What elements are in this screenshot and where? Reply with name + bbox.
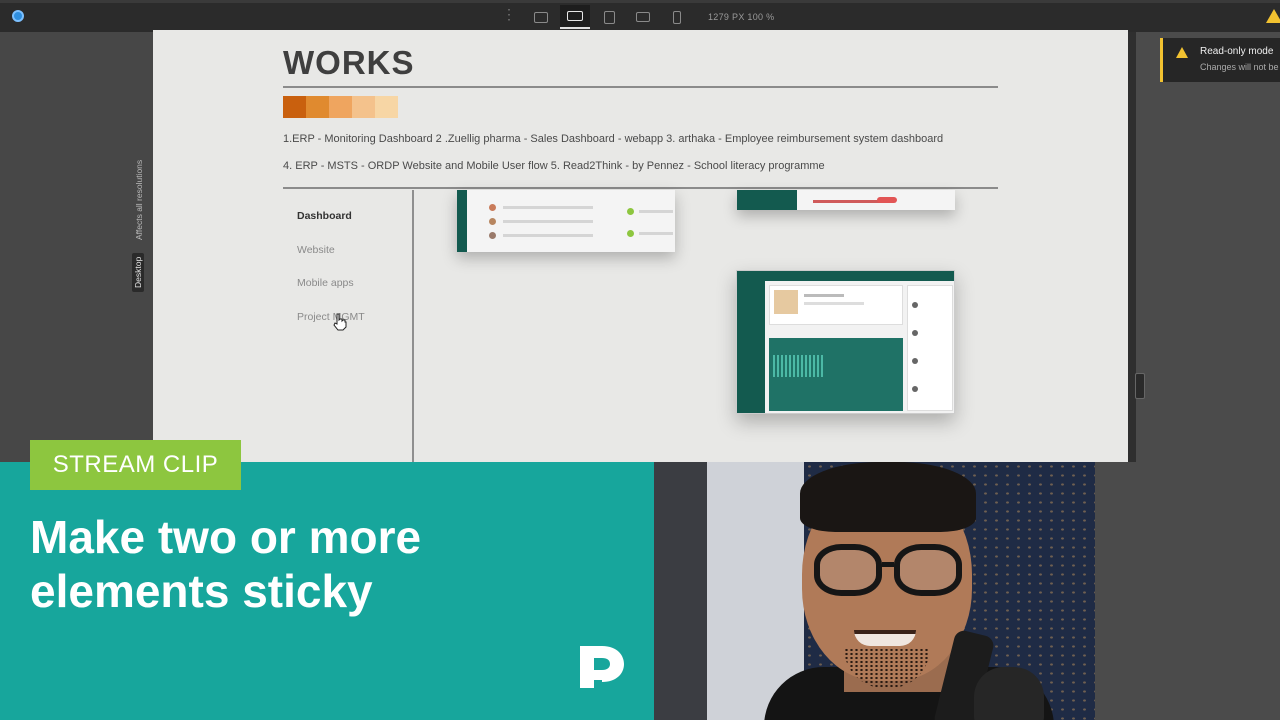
- screen: ⋮ 1279 PX 100 % Affects all resolutions …: [0, 0, 1280, 720]
- page-canvas[interactable]: WORKS 1.ERP - Monitoring Dashboard 2 .Zu…: [153, 30, 1128, 462]
- top-toolbar: ⋮ 1279 PX 100 %: [0, 0, 1280, 32]
- color-swatches[interactable]: [283, 96, 398, 118]
- resize-handle[interactable]: [1135, 373, 1145, 399]
- app-logo-icon[interactable]: [12, 10, 24, 22]
- headline-line: Make two or more: [30, 511, 422, 563]
- swatch: [352, 96, 375, 118]
- works-list-line-1[interactable]: 1.ERP - Monitoring Dashboard 2 .Zuellig …: [283, 133, 943, 145]
- left-gutter: [0, 32, 153, 462]
- clip-headline: Make two or more elements sticky: [30, 510, 421, 618]
- more-options-icon[interactable]: ⋮: [502, 7, 516, 21]
- webcam-feed: [654, 462, 1095, 720]
- affects-all-resolutions-label: Affects all resolutions: [134, 159, 144, 240]
- nav-divider: [412, 190, 414, 462]
- hand-cursor-icon: [333, 313, 347, 331]
- mobile-icon[interactable]: [662, 5, 692, 29]
- works-heading[interactable]: WORKS: [283, 44, 415, 82]
- desktop-icon[interactable]: [526, 5, 556, 29]
- tablet-landscape-icon[interactable]: [594, 5, 624, 29]
- nav-item-project-mgmt[interactable]: Project MGMT: [297, 311, 365, 345]
- swatch: [329, 96, 352, 118]
- editor-background: [1095, 462, 1280, 720]
- brand-logo-icon: [580, 646, 624, 688]
- canvas-size-readout: 1279 PX 100 %: [708, 12, 775, 22]
- breakpoint-label[interactable]: Desktop: [132, 252, 144, 292]
- laptop-icon[interactable]: [560, 5, 590, 29]
- works-divider: [283, 187, 998, 189]
- works-list-line-2[interactable]: 4. ERP - MSTS - ORDP Website and Mobile …: [283, 160, 825, 172]
- swatch: [283, 96, 306, 118]
- warning-icon[interactable]: [1266, 9, 1280, 23]
- swatch: [375, 96, 398, 118]
- swatch: [306, 96, 329, 118]
- tablet-icon[interactable]: [628, 5, 658, 29]
- dashboard-thumbnail[interactable]: [737, 190, 955, 210]
- works-side-nav: Dashboard Website Mobile apps Project MG…: [297, 210, 365, 344]
- toast-body: Changes will not be: [1200, 62, 1279, 72]
- nav-item-dashboard[interactable]: Dashboard: [297, 210, 365, 244]
- read-only-toast: Read-only mode Changes will not be: [1160, 38, 1280, 82]
- nav-item-website[interactable]: Website: [297, 244, 365, 278]
- stream-clip-tag: STREAM CLIP: [30, 440, 241, 490]
- title-divider: [283, 86, 998, 88]
- dashboard-thumbnail-large[interactable]: [736, 270, 955, 414]
- headline-line: elements sticky: [30, 565, 373, 617]
- warning-icon: [1176, 47, 1188, 58]
- toast-title: Read-only mode: [1200, 46, 1274, 57]
- nav-item-mobile-apps[interactable]: Mobile apps: [297, 277, 365, 311]
- dashboard-thumbnail[interactable]: [457, 190, 675, 252]
